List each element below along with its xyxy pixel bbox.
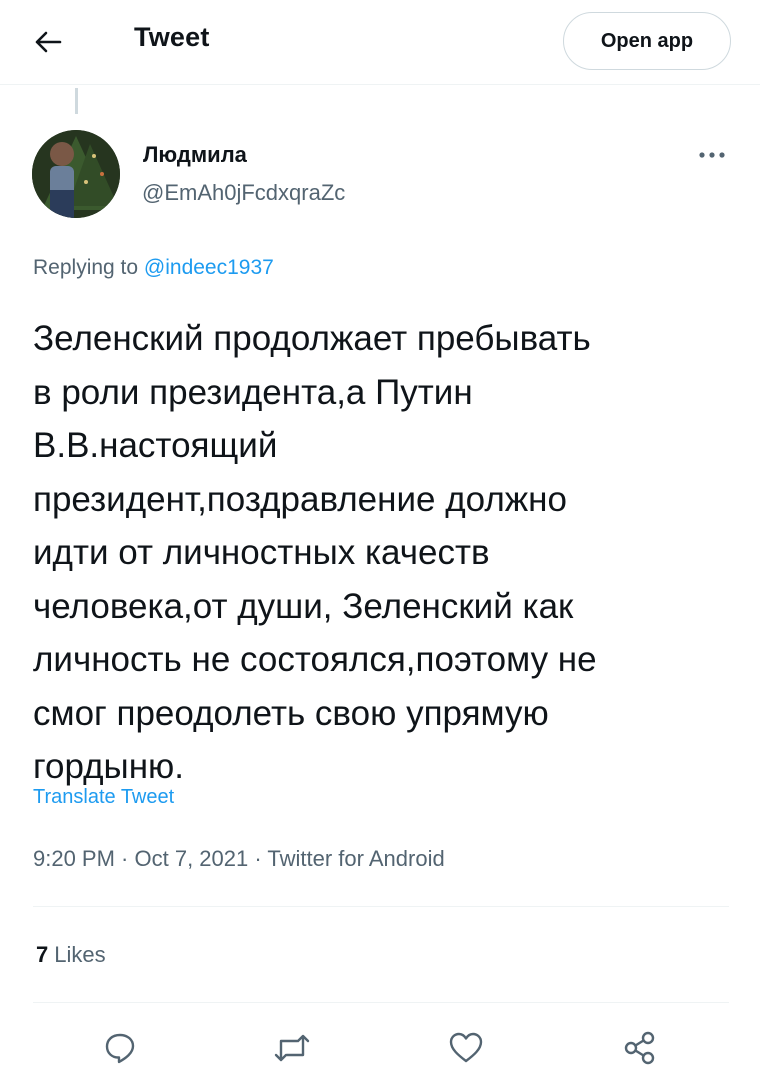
likes-stat[interactable]: 7 Likes — [36, 942, 106, 968]
avatar[interactable] — [32, 130, 120, 218]
tweet-date[interactable]: Oct 7, 2021 — [135, 846, 249, 871]
more-horizontal-icon — [698, 151, 726, 159]
page-title: Tweet — [134, 22, 210, 52]
translate-tweet-link[interactable]: Translate Tweet — [33, 786, 174, 809]
thread-connector-line — [75, 88, 78, 114]
like-button[interactable] — [444, 1026, 488, 1070]
meta-separator: · — [248, 846, 268, 871]
divider — [33, 906, 729, 907]
author-handle[interactable]: @EmAh0jFcdxqraZc — [142, 180, 345, 206]
replying-to: Replying to @indeec1937 — [33, 256, 274, 280]
replying-prefix: Replying to — [33, 256, 144, 279]
reply-icon — [103, 1031, 137, 1065]
share-button[interactable] — [618, 1026, 662, 1070]
heart-icon — [448, 1031, 484, 1065]
arrow-left-icon — [34, 30, 62, 54]
tweet-text: Зеленский продолжает пребывать в роли пр… — [33, 319, 597, 786]
meta-separator: · — [114, 846, 135, 871]
share-icon — [622, 1030, 658, 1066]
reply-mention-link[interactable]: @indeec1937 — [144, 256, 274, 279]
tweet-metadata: 9:20 PM · Oct 7, 2021 · Twitter for Andr… — [33, 846, 445, 872]
reply-button[interactable] — [98, 1026, 142, 1070]
retweet-icon — [273, 1031, 311, 1065]
tweet-time[interactable]: 9:20 PM — [33, 846, 115, 871]
top-bar: Tweet Open app — [0, 0, 760, 85]
back-button[interactable] — [26, 20, 70, 64]
retweet-button[interactable] — [270, 1026, 314, 1070]
divider — [33, 1002, 729, 1003]
likes-count: 7 — [36, 942, 49, 967]
more-options-button[interactable] — [692, 140, 732, 170]
likes-label: Likes — [54, 942, 106, 967]
open-app-button[interactable]: Open app — [563, 12, 731, 70]
author-name[interactable]: Людмила — [143, 142, 247, 168]
tweet-source[interactable]: Twitter for Android — [267, 846, 444, 871]
